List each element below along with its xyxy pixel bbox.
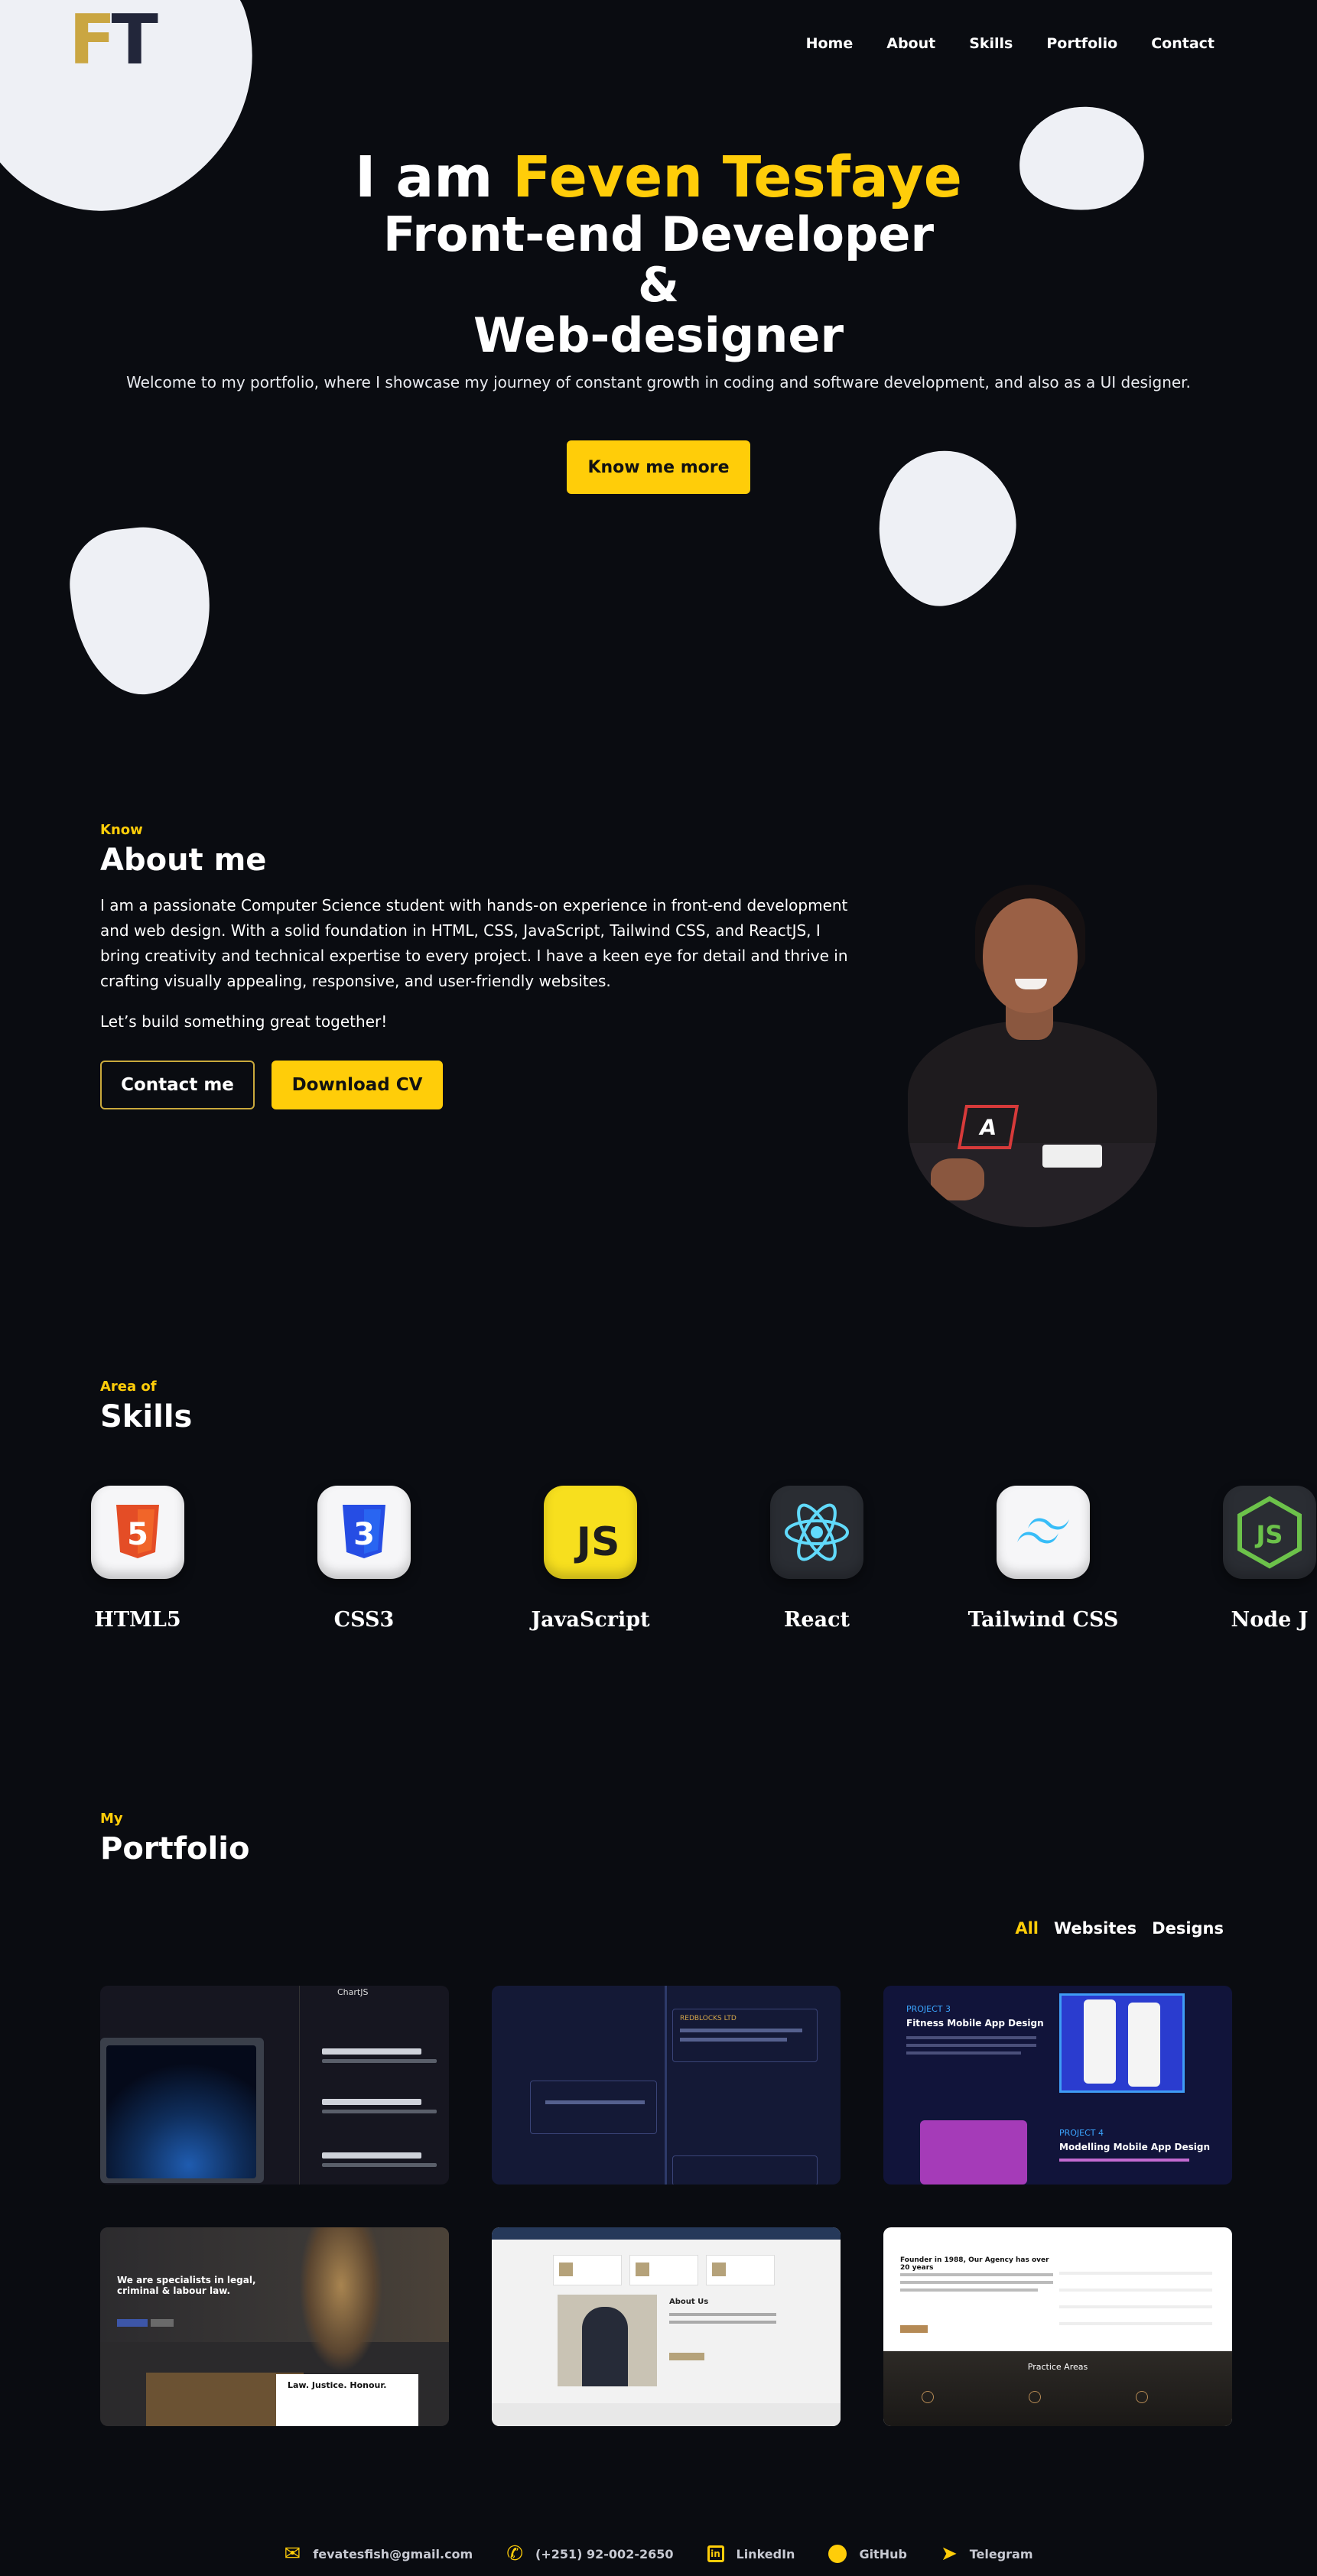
skills-section: Area of Skills — [100, 1379, 192, 1434]
about-title: About me — [100, 843, 267, 878]
site-logo[interactable]: FT — [69, 6, 158, 75]
about-paragraph: I am a passionate Computer Science stude… — [100, 896, 848, 990]
svg-text:3: 3 — [353, 1517, 375, 1552]
nav-about[interactable]: About — [886, 35, 935, 52]
project-mobile-app-card[interactable]: PROJECT 3 Fitness Mobile App Design PROJ… — [883, 1986, 1232, 2185]
hero-section: I am Feven Tesfaye Front-end Developer &… — [0, 145, 1317, 494]
filter-all[interactable]: All — [1015, 1919, 1039, 1938]
project-law-agency-card[interactable]: Founder in 1988, Our Agency has over 20 … — [883, 2227, 1232, 2426]
contact-github[interactable]: GitHub — [828, 2545, 907, 2563]
email-icon: ✉ — [284, 2542, 301, 2565]
skill-item: JS Node J — [1178, 1486, 1317, 1632]
filter-websites[interactable]: Websites — [1054, 1919, 1137, 1938]
nav-portfolio[interactable]: Portfolio — [1046, 35, 1117, 52]
hero-intro: I am — [355, 145, 493, 210]
skill-item: 3 CSS3 — [272, 1486, 456, 1632]
contact-phone[interactable]: ✆ (+251) 92-002-2650 — [506, 2542, 673, 2565]
nav-home[interactable]: Home — [806, 35, 854, 52]
portfolio-filters: All Websites Designs — [1015, 1919, 1224, 1938]
nav-skills[interactable]: Skills — [969, 35, 1013, 52]
know-me-more-button[interactable]: Know me more — [567, 440, 750, 494]
hero-role-amp: & — [637, 257, 680, 313]
skill-item: JS JavaScript — [499, 1486, 682, 1632]
filter-designs[interactable]: Designs — [1152, 1919, 1224, 1938]
contact-telegram[interactable]: ➤ Telegram — [940, 2542, 1033, 2565]
skill-name: Node J — [1231, 1608, 1309, 1632]
svg-text:5: 5 — [127, 1517, 148, 1552]
javascript-icon: JS — [544, 1486, 637, 1579]
project-law-card[interactable]: We are specialists in legal, criminal & … — [100, 2227, 449, 2426]
linkedin-icon: in — [707, 2545, 724, 2562]
tailwind-icon — [997, 1486, 1090, 1579]
hero-name: Feven Tesfaye — [512, 145, 962, 210]
contact-email[interactable]: ✉ fevatesfish@gmail.com — [284, 2542, 473, 2565]
hero-role-line2: Web-designer — [473, 307, 844, 363]
skills-title: Skills — [100, 1399, 193, 1434]
skill-item: Tailwind CSS — [951, 1486, 1135, 1632]
hero-role-line1: Front-end Developer — [382, 206, 935, 262]
css3-icon: 3 — [317, 1486, 411, 1579]
skill-item: 5 HTML5 — [46, 1486, 229, 1632]
about-section: Know About me I am a passionate Computer… — [100, 822, 857, 1109]
svg-text:JS: JS — [1255, 1520, 1283, 1549]
github-icon — [828, 2545, 847, 2563]
telegram-icon: ➤ — [940, 2542, 958, 2565]
portfolio-kicker: My — [100, 1811, 123, 1827]
about-kicker: Know — [100, 822, 143, 838]
phone-icon: ✆ — [506, 2542, 524, 2565]
portfolio-title: Portfolio — [100, 1831, 250, 1866]
profile-photo: A — [908, 868, 1157, 1227]
skill-name: JavaScript — [531, 1608, 650, 1632]
nodejs-icon: JS — [1223, 1486, 1316, 1579]
project-timeline-card[interactable]: REDBLOCKS LTD — [492, 1986, 841, 2185]
react-icon — [770, 1486, 863, 1579]
skill-name: React — [783, 1608, 850, 1632]
skill-name: Tailwind CSS — [967, 1608, 1119, 1632]
contact-me-button[interactable]: Contact me — [100, 1061, 255, 1109]
hero-description: Welcome to my portfolio, where I showcas… — [126, 373, 1191, 391]
skill-name: HTML5 — [94, 1608, 181, 1632]
decorative-blob — [64, 521, 219, 701]
skills-kicker: Area of — [100, 1379, 157, 1395]
project-chartjs-card[interactable]: ChartJS — [100, 1986, 449, 2185]
main-nav: Home About Skills Portfolio Contact — [806, 35, 1215, 52]
skill-item: React — [725, 1486, 909, 1632]
html5-icon: 5 — [91, 1486, 184, 1579]
portfolio-section: My Portfolio — [100, 1811, 249, 1866]
contact-bar: ✉ fevatesfish@gmail.com ✆ (+251) 92-002-… — [0, 2542, 1317, 2565]
hero-heading: I am Feven Tesfaye — [0, 145, 1317, 210]
about-closing: Let’s build something great together! — [100, 1012, 388, 1031]
skill-name: CSS3 — [333, 1608, 395, 1632]
download-cv-button[interactable]: Download CV — [272, 1061, 443, 1109]
nav-contact[interactable]: Contact — [1151, 35, 1215, 52]
project-lawyer-profile-card[interactable]: About Us — [492, 2227, 841, 2426]
contact-linkedin[interactable]: in LinkedIn — [707, 2545, 795, 2563]
